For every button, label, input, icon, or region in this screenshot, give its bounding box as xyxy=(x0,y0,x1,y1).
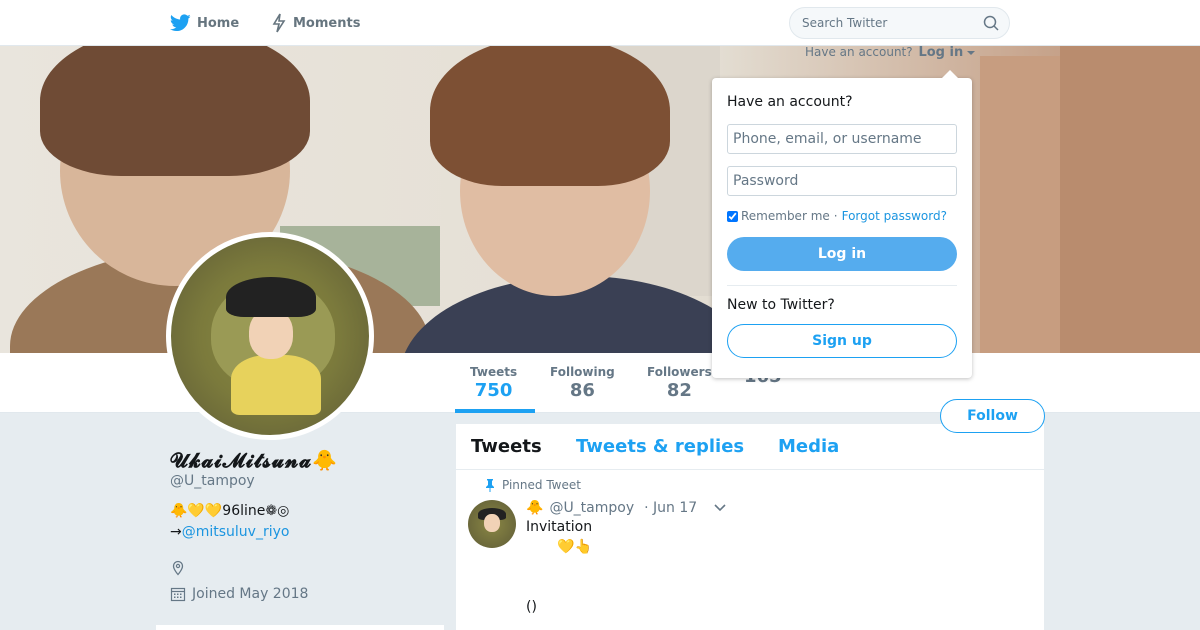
pin-icon xyxy=(486,479,494,492)
stat-value: 750 xyxy=(474,380,513,401)
search-box[interactable] xyxy=(789,7,1010,39)
joined-date: Joined May 2018 xyxy=(192,586,309,602)
bio-arrow: → xyxy=(170,524,182,540)
pinned-label-row: Pinned Tweet xyxy=(486,478,581,492)
profile-meta: Joined May 2018 xyxy=(170,555,440,607)
profile-handle[interactable]: @U_tampoy xyxy=(170,473,440,489)
pinned-label: Pinned Tweet xyxy=(502,478,581,492)
active-stat-indicator xyxy=(455,409,535,413)
nav-moments[interactable]: Moments xyxy=(271,12,360,34)
caret-down-icon xyxy=(967,51,976,55)
stat-tweets[interactable]: Tweets 750 xyxy=(470,365,517,401)
forgot-password-link[interactable]: Forgot password? xyxy=(842,209,947,223)
location-row xyxy=(170,555,440,581)
tweet-date[interactable]: · Jun 17 xyxy=(644,500,697,516)
separator: · xyxy=(833,209,838,223)
location-pin-icon xyxy=(172,560,184,576)
tweet-avatar[interactable] xyxy=(468,500,516,548)
follow-button[interactable]: Follow xyxy=(940,399,1045,433)
profile-avatar[interactable] xyxy=(166,232,374,440)
stat-label: Tweets xyxy=(470,365,518,379)
nav-home-label: Home xyxy=(197,15,240,31)
stat-followers[interactable]: Followers 82 xyxy=(647,365,712,401)
nav-moments-label: Moments xyxy=(293,15,361,31)
tab-media[interactable]: Media xyxy=(778,436,839,457)
tweet-author-name[interactable]: 🐥 xyxy=(526,500,543,516)
nav-home[interactable]: Home xyxy=(170,12,239,34)
bio-line: 🐥💛💛96line❁◎ xyxy=(170,503,290,519)
stat-following[interactable]: Following 86 xyxy=(550,365,615,401)
tab-tweets-replies[interactable]: Tweets & replies xyxy=(576,436,744,457)
tweet-author-handle[interactable]: @U_tampoy xyxy=(549,500,634,516)
lightning-icon xyxy=(272,13,286,33)
remember-label[interactable]: Remember me xyxy=(741,209,830,223)
tab-tweets[interactable]: Tweets xyxy=(471,436,542,457)
twitter-bird-icon xyxy=(170,14,191,32)
joined-row: Joined May 2018 xyxy=(170,581,440,607)
stat-label: Following xyxy=(550,365,615,379)
bio-line: →@mitsuluv_riyo xyxy=(170,522,440,543)
new-to-twitter-label: New to Twitter? xyxy=(727,297,835,313)
login-dropdown: Have an account? Remember me · Forgot pa… xyxy=(712,70,972,378)
search-icon[interactable] xyxy=(983,15,999,31)
dropdown-divider xyxy=(727,285,957,286)
stat-value: 82 xyxy=(666,380,692,401)
password-field[interactable] xyxy=(727,166,957,196)
tweet-text: Invitation 💛👆 () xyxy=(526,519,593,615)
remember-row: Remember me · Forgot password? xyxy=(727,208,957,224)
calendar-icon xyxy=(170,587,186,602)
banner-person-hair xyxy=(430,46,670,186)
remember-checkbox[interactable] xyxy=(727,210,738,222)
banner-building xyxy=(1060,46,1200,353)
dropdown-caret xyxy=(942,70,958,78)
login-toggle-label[interactable]: Log in xyxy=(918,45,963,60)
profile-header-card: 𝓤𝓴𝓪𝓲𝓜𝓲𝓽𝓼𝓾𝓷𝓪🐥 @U_tampoy 🐥💛💛96line❁◎ →@mit… xyxy=(170,445,440,607)
dropdown-title: Have an account? xyxy=(727,94,853,110)
stat-value: 86 xyxy=(569,380,595,401)
top-nav: Home Moments xyxy=(0,0,1200,46)
banner-person-hair xyxy=(40,46,310,176)
tweet-header: 🐥 @U_tampoy · Jun 17 xyxy=(526,498,727,518)
search-input[interactable] xyxy=(802,16,962,30)
login-button[interactable]: Log in xyxy=(727,237,957,271)
profile-bio: 🐥💛💛96line❁◎ →@mitsuluv_riyo xyxy=(170,501,440,543)
login-prompt: Have an account? xyxy=(805,45,913,59)
username-field[interactable] xyxy=(727,124,957,154)
signup-button[interactable]: Sign up xyxy=(727,324,957,358)
avatar-figure xyxy=(484,514,500,532)
profile-name[interactable]: 𝓤𝓴𝓪𝓲𝓜𝓲𝓽𝓼𝓾𝓷𝓪🐥 xyxy=(170,445,440,475)
stat-label: Followers xyxy=(647,365,712,379)
login-toggle[interactable]: Have an account? Log in xyxy=(805,45,976,60)
timeline: Tweets Tweets & replies Media Pinned Twe… xyxy=(456,424,1044,630)
bio-mention-link[interactable]: @mitsuluv_riyo xyxy=(182,524,290,540)
chevron-down-icon[interactable] xyxy=(713,503,727,513)
avatar-figure xyxy=(226,277,316,317)
avatar-figure xyxy=(231,355,321,415)
sidebar-card xyxy=(156,625,444,630)
